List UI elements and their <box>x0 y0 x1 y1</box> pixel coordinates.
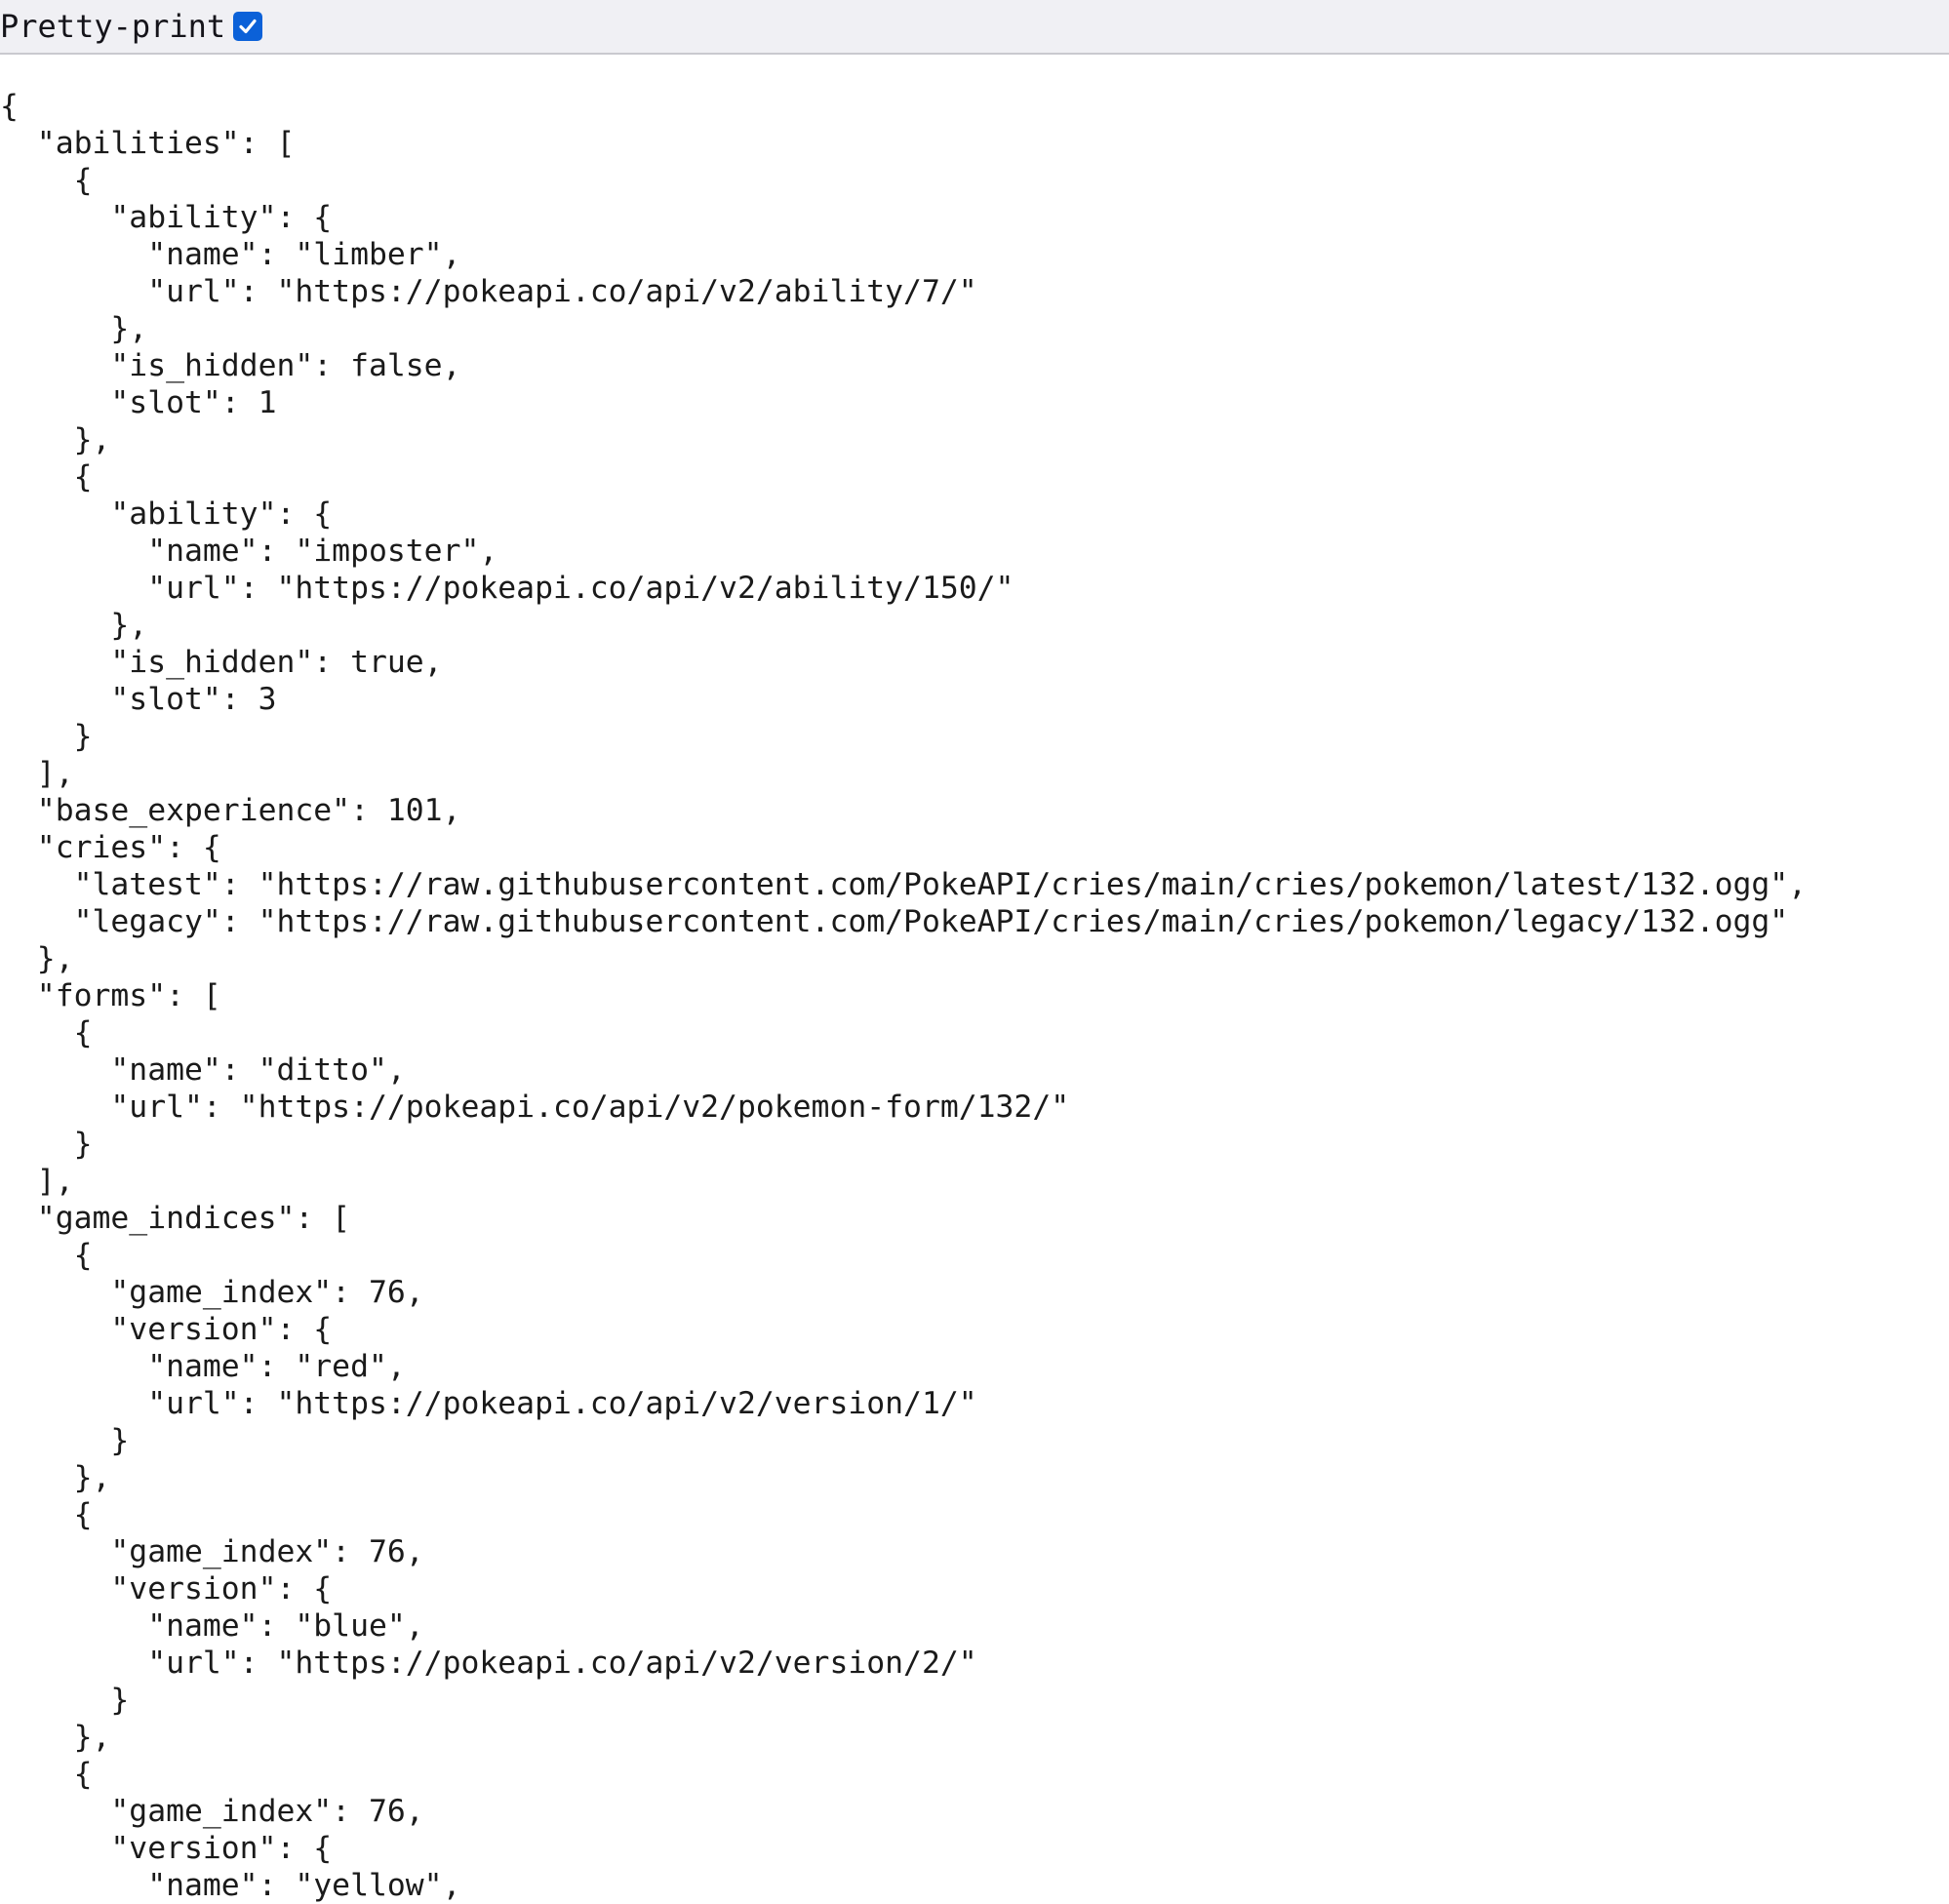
json-line: "version": { <box>0 1571 333 1606</box>
json-line: { <box>0 89 19 124</box>
json-line: ], <box>0 756 74 791</box>
json-line: }, <box>0 941 74 976</box>
json-line: "slot": 3 <box>0 682 277 717</box>
json-line: "name": "imposter", <box>0 534 498 569</box>
json-line: { <box>0 163 93 198</box>
json-line: "game_index": 76, <box>0 1534 424 1569</box>
json-line: "is_hidden": false, <box>0 348 461 383</box>
json-line: }, <box>0 1460 111 1495</box>
json-line: "url": "https://pokeapi.co/api/v2/versio… <box>0 1646 977 1681</box>
pretty-print-label[interactable]: Pretty-print <box>0 11 225 42</box>
json-line: "base_experience": 101, <box>0 793 461 828</box>
json-line: { <box>0 459 93 495</box>
json-line: "game_index": 76, <box>0 1275 424 1310</box>
json-line: } <box>0 1683 130 1718</box>
json-line: } <box>0 719 93 754</box>
json-line: "ability": { <box>0 496 333 532</box>
json-line: { <box>0 1497 93 1532</box>
json-line: "name": "red", <box>0 1349 406 1384</box>
json-line: } <box>0 1127 93 1162</box>
json-line: { <box>0 1015 93 1051</box>
checkmark-icon <box>239 19 257 34</box>
json-line: "abilities": [ <box>0 126 296 161</box>
json-line: ], <box>0 1164 74 1199</box>
json-viewer-toolbar: Pretty-print <box>0 0 1949 55</box>
json-line: }, <box>0 422 111 457</box>
json-line: "url": "https://pokeapi.co/api/v2/versio… <box>0 1386 977 1421</box>
json-line: "is_hidden": true, <box>0 645 443 680</box>
json-line: "name": "limber", <box>0 237 461 272</box>
json-line: "url": "https://pokeapi.co/api/v2/abilit… <box>0 571 1014 606</box>
json-line: { <box>0 1757 93 1792</box>
json-line: "name": "ditto", <box>0 1052 406 1088</box>
pretty-print-checkbox[interactable] <box>233 12 263 41</box>
json-line: }, <box>0 311 148 346</box>
json-line: } <box>0 1423 130 1458</box>
json-line: "name": "yellow", <box>0 1868 461 1903</box>
json-line: "url": "https://pokeapi.co/api/v2/pokemo… <box>0 1090 1070 1125</box>
json-line: "cries": { <box>0 830 221 865</box>
json-line: "ability": { <box>0 200 333 235</box>
json-line: "legacy": "https://raw.githubusercontent… <box>0 904 1789 939</box>
json-line: "game_indices": [ <box>0 1201 351 1236</box>
json-line: "version": { <box>0 1312 333 1347</box>
json-line: }, <box>0 608 148 643</box>
json-line: "url": "https://pokeapi.co/api/v2/abilit… <box>0 274 977 309</box>
json-line: "version": { <box>0 1831 333 1866</box>
json-line: }, <box>0 1720 111 1755</box>
json-line: { <box>0 1238 93 1273</box>
json-line: "game_index": 76, <box>0 1794 424 1829</box>
json-line: "latest": "https://raw.githubusercontent… <box>0 867 1808 902</box>
json-line: "forms": [ <box>0 978 221 1013</box>
json-line: "name": "blue", <box>0 1608 424 1644</box>
json-line: "slot": 1 <box>0 385 277 420</box>
json-body: { "abilities": [ { "ability": { "name": … <box>0 88 1807 1904</box>
